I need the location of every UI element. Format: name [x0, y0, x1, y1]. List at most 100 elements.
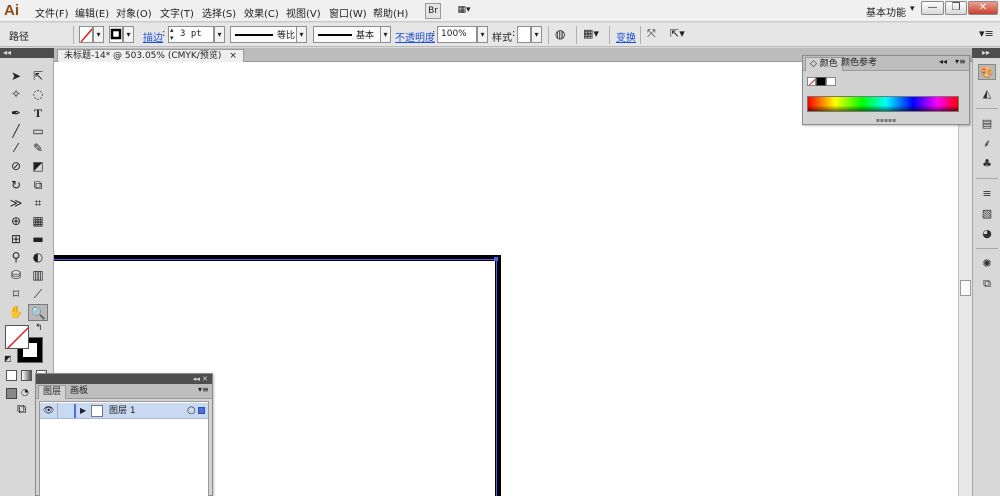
type-tool-icon[interactable]: T: [28, 105, 48, 122]
layer-name[interactable]: 图层 1: [109, 403, 136, 419]
direct-selection-tool-icon[interactable]: ⇱: [28, 68, 48, 85]
minimize-button[interactable]: —: [921, 1, 944, 15]
scrollbar-thumb[interactable]: [960, 280, 971, 296]
draw-normal-icon[interactable]: [6, 388, 17, 399]
opacity-field[interactable]: 100%: [437, 26, 477, 43]
tab-layers[interactable]: 图层: [38, 385, 67, 399]
close-icon[interactable]: ×: [229, 51, 237, 61]
panel-menu-icon[interactable]: ▾≡: [198, 385, 209, 394]
panel-menu-icon[interactable]: ▾≡: [955, 57, 966, 66]
collapse-close-icon[interactable]: ◂◂ ✕: [193, 375, 208, 383]
color-panel-icon[interactable]: 🎨: [978, 64, 996, 80]
stroke-panel-icon[interactable]: ≡: [978, 186, 996, 202]
gradient-mode-icon[interactable]: [21, 370, 32, 381]
document-tab[interactable]: 未标题-14* @ 503.05% (CMYK/预览) ×: [57, 49, 244, 62]
stroke-dropdown[interactable]: ▾: [123, 26, 134, 43]
tools-panel-header[interactable]: ◂◂: [0, 48, 54, 58]
align-options-icon[interactable]: ▦▾: [583, 27, 599, 40]
shape-builder-tool-icon[interactable]: ⊕: [6, 213, 26, 230]
workspace-switcher[interactable]: 基本功能: [866, 4, 906, 19]
opacity-dropdown[interactable]: ▾: [477, 26, 488, 43]
tab-color-guide[interactable]: 颜色参考: [837, 57, 881, 71]
paintbrush-tool-icon[interactable]: ⁄: [6, 140, 26, 157]
color-guide-panel-icon[interactable]: ◭: [978, 86, 996, 102]
none-swatch[interactable]: [807, 77, 816, 86]
bridge-button[interactable]: Br: [425, 3, 441, 19]
chevron-down-icon[interactable]: ▾: [910, 4, 915, 14]
color-mode-icon[interactable]: [6, 370, 17, 381]
graphic-style-dropdown[interactable]: ▾: [531, 26, 542, 43]
slice-tool-icon[interactable]: ⟋: [28, 286, 48, 303]
zoom-tool-icon[interactable]: 🔍: [28, 304, 48, 321]
arrange-documents-button[interactable]: ▦▾: [452, 3, 476, 19]
free-transform-tool-icon[interactable]: ⌗: [28, 195, 48, 212]
restore-button[interactable]: ❐: [945, 1, 967, 15]
default-colors-icon[interactable]: ◩: [4, 354, 12, 363]
color-spectrum-ramp[interactable]: [807, 96, 959, 112]
screen-mode-icon[interactable]: ⧉: [17, 402, 26, 417]
vertical-scrollbar[interactable]: [958, 62, 972, 496]
layer-row[interactable]: 👁 ▶ 图层 1 ○: [40, 403, 208, 419]
menu-effect[interactable]: 效果(C): [244, 5, 279, 20]
white-swatch[interactable]: [826, 77, 836, 86]
pencil-tool-icon[interactable]: ✎: [28, 140, 48, 157]
blob-brush-tool-icon[interactable]: ⊘: [6, 158, 26, 175]
magic-wand-tool-icon[interactable]: ✧: [6, 86, 26, 103]
close-window-button[interactable]: ✕: [968, 1, 998, 15]
control-options-icon[interactable]: ⇱▾: [670, 27, 685, 40]
expand-triangle-icon[interactable]: ▶: [80, 403, 86, 419]
menu-help[interactable]: 帮助(H): [373, 5, 408, 20]
right-dock-header[interactable]: ▸▸: [972, 48, 1000, 58]
fill-dropdown[interactable]: ▾: [93, 26, 104, 43]
fill-swatch[interactable]: [79, 26, 93, 43]
blend-tool-icon[interactable]: ◐: [28, 249, 48, 266]
stepper-icon[interactable]: ▴ ▾: [170, 26, 174, 42]
layers-panel-header[interactable]: ◂◂ ✕: [36, 374, 212, 384]
mesh-tool-icon[interactable]: ⊞: [6, 231, 26, 248]
lasso-tool-icon[interactable]: ◌: [28, 86, 48, 103]
swap-fill-stroke-icon[interactable]: ↰: [35, 323, 43, 333]
symbols-panel-icon[interactable]: ♣: [978, 156, 996, 172]
tab-artboards[interactable]: 画板: [66, 385, 92, 399]
stroke-weight-field[interactable]: ▴ ▾ 3 pt: [168, 26, 214, 43]
gradient-panel-icon[interactable]: ▧: [978, 206, 996, 222]
rotate-tool-icon[interactable]: ↻: [6, 177, 26, 194]
black-swatch[interactable]: [816, 77, 826, 86]
selection-indicator[interactable]: [198, 407, 205, 414]
line-tool-icon[interactable]: ╱: [6, 123, 26, 140]
eraser-tool-icon[interactable]: ◩: [28, 158, 48, 175]
column-graph-tool-icon[interactable]: ▥: [28, 267, 48, 284]
artboard-tool-icon[interactable]: ⌑: [6, 286, 26, 303]
menu-edit[interactable]: 编辑(E): [75, 5, 109, 20]
graphic-style-swatch[interactable]: [517, 26, 531, 43]
symbol-sprayer-tool-icon[interactable]: ⛁: [6, 267, 26, 284]
width-tool-icon[interactable]: ≫: [6, 195, 26, 212]
control-panel-menu-icon[interactable]: ▾≡: [979, 27, 994, 40]
eyedropper-tool-icon[interactable]: ⚲: [6, 249, 26, 266]
isolate-object-icon[interactable]: ⤧: [647, 27, 656, 41]
rectangle-tool-icon[interactable]: ▭: [28, 123, 48, 140]
transform-link[interactable]: 变换: [616, 29, 636, 44]
menu-file[interactable]: 文件(F): [35, 5, 69, 20]
perspective-grid-tool-icon[interactable]: ▦: [28, 213, 48, 230]
gradient-tool-icon[interactable]: ▬: [28, 231, 48, 248]
menu-object[interactable]: 对象(O): [116, 5, 152, 20]
swatches-panel-icon[interactable]: ▤: [978, 116, 996, 132]
graphic-styles-panel-icon[interactable]: ⧉: [978, 276, 996, 292]
menu-view[interactable]: 视图(V): [286, 5, 321, 20]
recolor-artwork-icon[interactable]: ◍: [555, 27, 565, 41]
hand-tool-icon[interactable]: ✋: [6, 304, 26, 321]
menu-window[interactable]: 窗口(W): [329, 5, 367, 20]
draw-behind-icon[interactable]: ◔: [21, 388, 29, 398]
stroke-link[interactable]: 描边: [143, 29, 163, 44]
collapse-panel-icon[interactable]: ◂◂: [939, 57, 947, 66]
eye-icon[interactable]: 👁: [43, 403, 54, 419]
stroke-swatch[interactable]: [109, 26, 123, 43]
selection-tool-icon[interactable]: ➤: [6, 68, 26, 85]
target-icon[interactable]: ○: [187, 403, 196, 419]
profile-dropdown[interactable]: ▾: [296, 26, 307, 43]
opacity-link[interactable]: 不透明度: [395, 29, 435, 44]
pen-tool-icon[interactable]: ✒: [6, 105, 26, 122]
scale-tool-icon[interactable]: ⧉: [28, 177, 48, 194]
stroke-weight-dropdown[interactable]: ▾: [214, 26, 225, 43]
